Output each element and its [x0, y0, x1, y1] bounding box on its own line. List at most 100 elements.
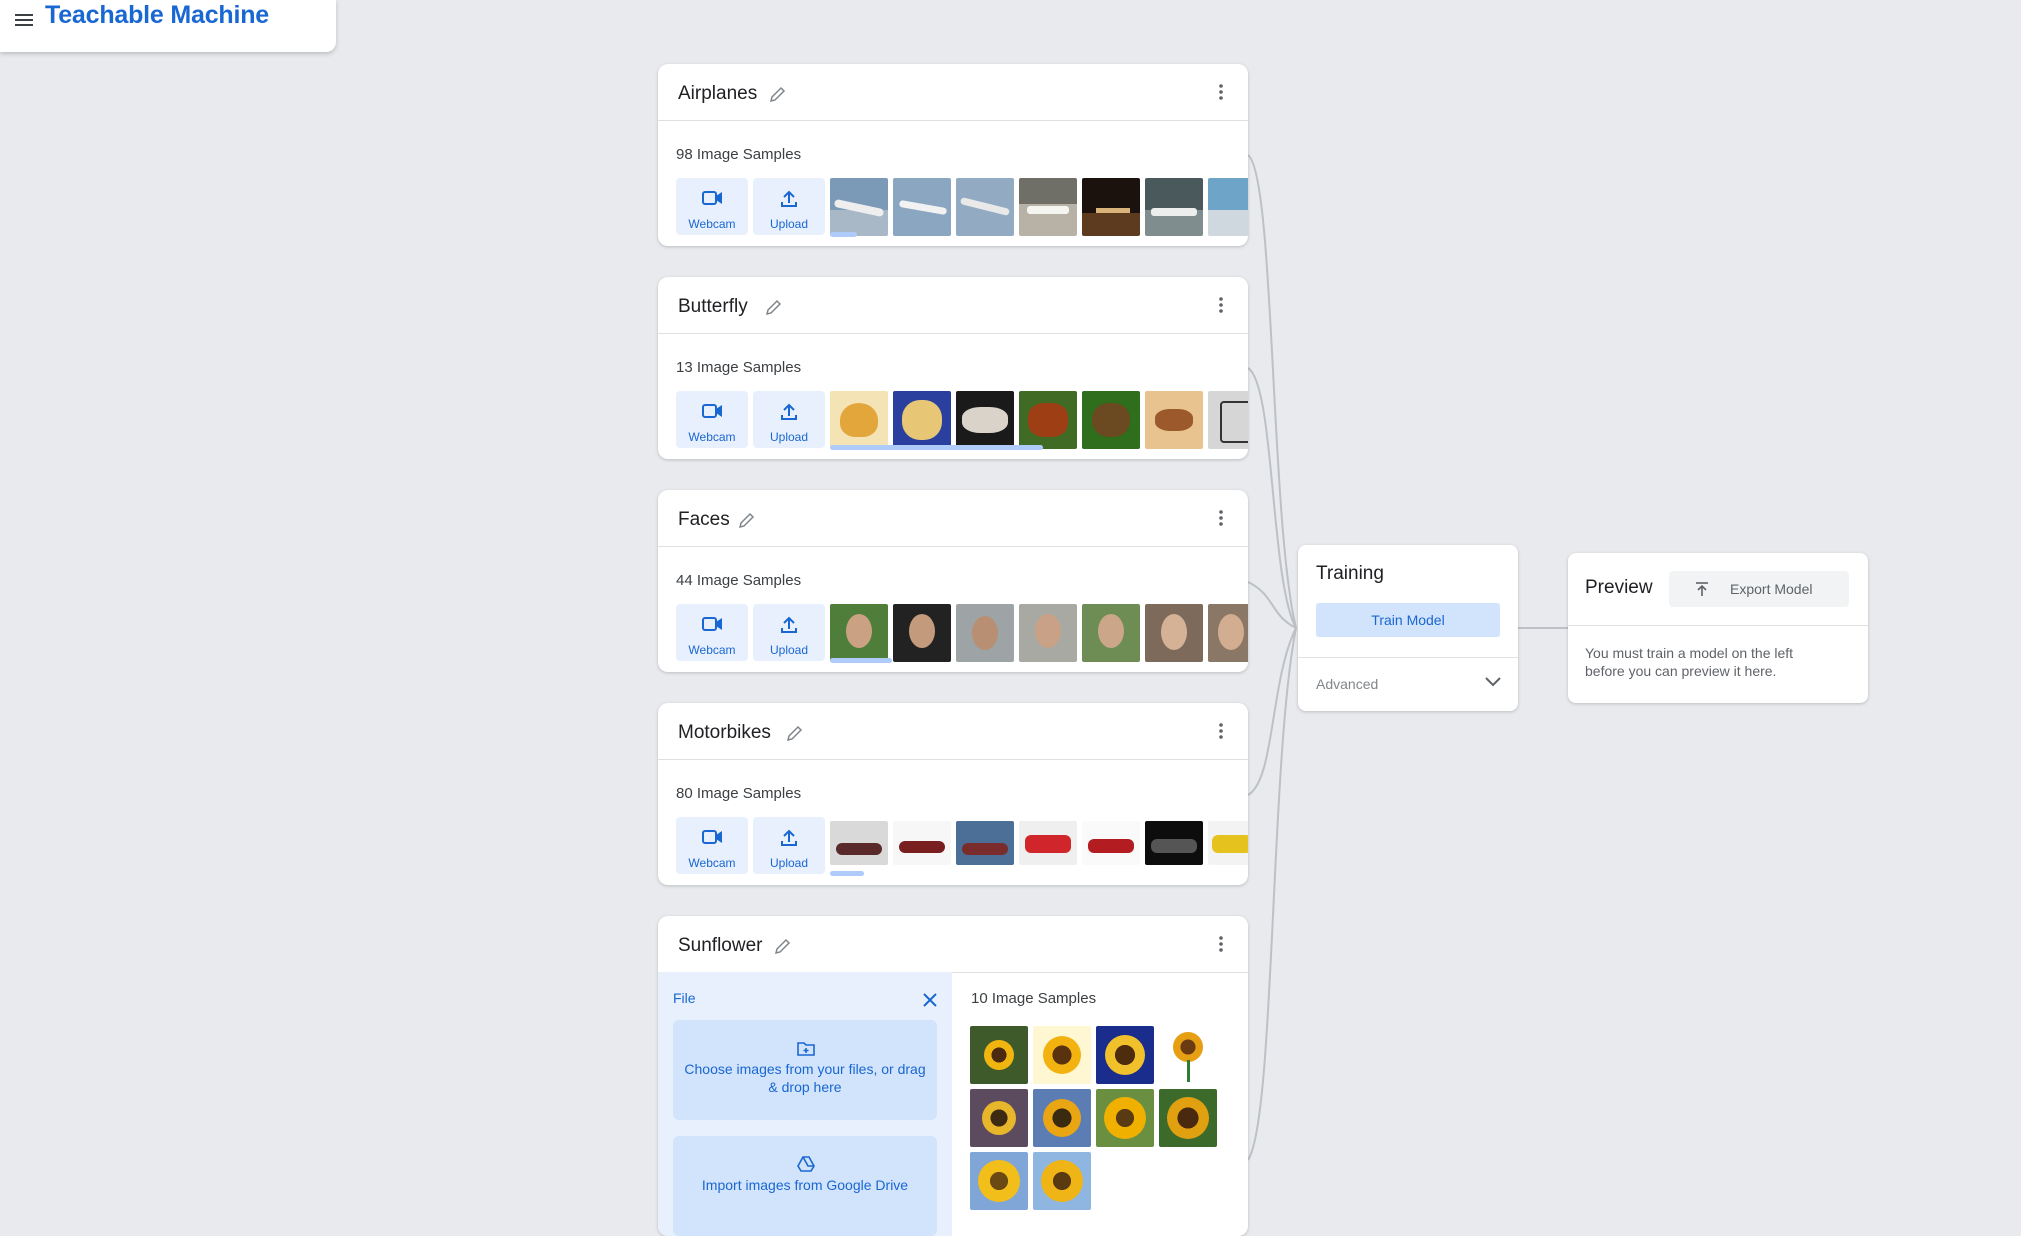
webcam-label: Webcam [688, 430, 736, 444]
sunflower-thumbnail [1033, 1152, 1091, 1210]
card-header: Sunflower [658, 916, 1248, 973]
chevron-down-icon[interactable] [1484, 675, 1502, 687]
webcam-label: Webcam [688, 643, 736, 657]
divider [1568, 625, 1868, 626]
more-vert-icon[interactable] [1218, 296, 1224, 314]
upload-button[interactable]: Upload [753, 604, 825, 661]
pencil-icon[interactable] [737, 510, 757, 530]
scroll-indicator[interactable] [830, 445, 1043, 450]
preview-message: You must train a model on the left befor… [1585, 645, 1794, 679]
airplane-thumbnail [1019, 178, 1077, 236]
card-header: Motorbikes [658, 703, 1248, 760]
card-header: Airplanes [658, 64, 1248, 121]
face-thumbnail [1208, 604, 1248, 662]
training-panel: Training Train Model Advanced [1298, 545, 1518, 711]
airplane-thumbnail [893, 178, 951, 236]
sunflower-thumbnail [970, 1152, 1028, 1210]
export-model-label: Export Model [1730, 581, 1813, 597]
sample-strip[interactable] [830, 391, 1248, 450]
motorbike-thumbnail [956, 821, 1014, 865]
butterfly-thumbnail [893, 391, 951, 449]
export-model-button[interactable]: Export Model [1669, 571, 1849, 607]
webcam-button[interactable]: Webcam [676, 391, 748, 448]
train-model-button[interactable]: Train Model [1316, 603, 1500, 637]
upload-button[interactable]: Upload [753, 391, 825, 448]
class-name[interactable]: Motorbikes [678, 722, 771, 744]
folder-add-icon [797, 1042, 815, 1056]
webcam-button[interactable]: Webcam [676, 604, 748, 661]
sample-count: 80 Image Samples [676, 785, 802, 802]
card-header: Butterfly [658, 277, 1248, 334]
close-icon[interactable] [922, 992, 938, 1008]
sunflower-thumbnail [1159, 1026, 1217, 1084]
face-thumbnail [893, 604, 951, 662]
motorbike-thumbnail [1208, 821, 1248, 865]
motorbike-thumbnail [830, 821, 888, 865]
webcam-label: Webcam [688, 217, 736, 231]
upload-icon [781, 190, 797, 207]
class-name[interactable]: Sunflower [678, 935, 763, 957]
scroll-indicator[interactable] [830, 232, 857, 237]
sunflower-thumbnail [1096, 1089, 1154, 1147]
class-card-sunflower: Sunflower File Choose images from your f… [658, 916, 1248, 1236]
pencil-icon[interactable] [768, 84, 788, 104]
sample-strip[interactable] [830, 604, 1248, 663]
class-name[interactable]: Airplanes [678, 83, 757, 105]
airplane-thumbnail [1145, 178, 1203, 236]
upload-button[interactable]: Upload [753, 178, 825, 235]
class-card-butterfly: Butterfly 13 Image Samples Webcam Upload [658, 277, 1248, 459]
class-name[interactable]: Butterfly [678, 296, 748, 318]
webcam-icon [702, 191, 722, 205]
motorbike-thumbnail [893, 821, 951, 865]
class-card-motorbikes: Motorbikes 80 Image Samples Webcam Uploa… [658, 703, 1248, 885]
face-thumbnail [1145, 604, 1203, 662]
airplane-thumbnail [956, 178, 1014, 236]
pencil-icon[interactable] [764, 297, 784, 317]
more-vert-icon[interactable] [1218, 83, 1224, 101]
motorbike-thumbnail [1019, 821, 1077, 865]
class-name[interactable]: Faces [678, 509, 730, 531]
choose-files-dropzone[interactable]: Choose images from your files, or drag &… [673, 1020, 937, 1120]
pencil-icon[interactable] [785, 723, 805, 743]
butterfly-thumbnail [1019, 391, 1077, 449]
webcam-button[interactable]: Webcam [676, 178, 748, 235]
face-thumbnail [830, 604, 888, 662]
sunflower-thumbnail [1033, 1026, 1091, 1084]
airplane-thumbnail [1208, 178, 1248, 236]
upload-panel: File Choose images from your files, or d… [658, 972, 952, 1236]
butterfly-thumbnail [1208, 391, 1248, 449]
airplane-thumbnail [830, 178, 888, 236]
airplane-thumbnail [1082, 178, 1140, 236]
sample-strip[interactable] [830, 817, 1248, 876]
preview-title: Preview [1585, 577, 1653, 598]
sunflower-thumbnail [1096, 1026, 1154, 1084]
more-vert-icon[interactable] [1218, 935, 1224, 953]
upload-label: Upload [769, 430, 809, 444]
more-vert-icon[interactable] [1218, 722, 1224, 740]
scroll-indicator[interactable] [830, 871, 864, 876]
face-thumbnail [956, 604, 1014, 662]
export-icon [1696, 582, 1708, 596]
upload-icon [781, 829, 797, 846]
motorbike-thumbnail [1145, 821, 1203, 865]
upload-icon [781, 616, 797, 633]
more-vert-icon[interactable] [1218, 509, 1224, 527]
google-drive-import[interactable]: Import images from Google Drive [673, 1136, 937, 1236]
upload-label: Upload [769, 217, 809, 231]
upload-label: Upload [769, 856, 809, 870]
sample-strip[interactable] [830, 178, 1248, 237]
sunflower-thumbnail [1159, 1089, 1217, 1147]
webcam-icon [702, 404, 722, 418]
upload-button[interactable]: Upload [753, 817, 825, 874]
google-drive-icon [797, 1156, 815, 1172]
sample-count: 10 Image Samples [971, 990, 1097, 1007]
advanced-toggle[interactable]: Advanced [1316, 676, 1378, 692]
google-drive-label: Import images from Google Drive [701, 1177, 909, 1193]
sample-count: 13 Image Samples [676, 359, 802, 376]
pencil-icon[interactable] [773, 936, 793, 956]
face-thumbnail [1082, 604, 1140, 662]
scroll-indicator[interactable] [830, 658, 892, 663]
class-card-faces: Faces 44 Image Samples Webcam Upload [658, 490, 1248, 672]
webcam-button[interactable]: Webcam [676, 817, 748, 874]
file-label: File [673, 990, 696, 1006]
